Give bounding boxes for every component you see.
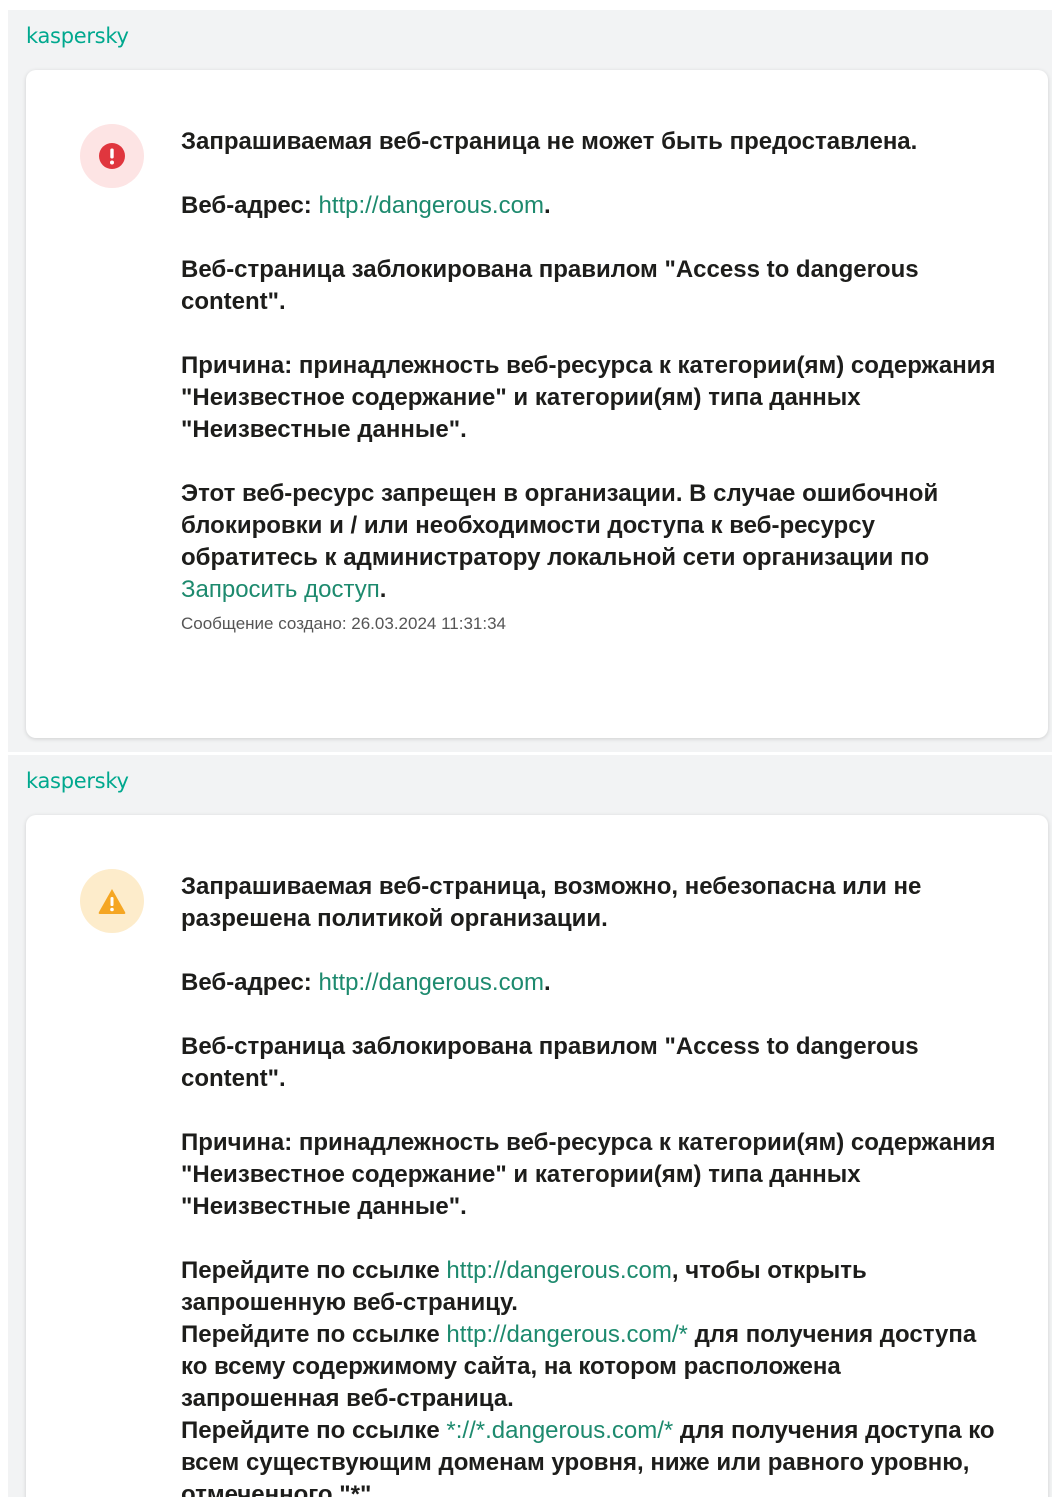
reason-text: Причина: принадлежность веб-ресурса к ка…: [181, 352, 996, 443]
web-address: Веб-адрес: http://dangerous.com.: [181, 969, 551, 996]
block-message-card: Запрашиваемая веб-страница не может быть…: [26, 70, 1048, 738]
reason-text: Причина: принадлежность веб-ресурса к ка…: [181, 1129, 996, 1220]
address-link[interactable]: http://dangerous.com: [318, 969, 543, 996]
page-title: Запрашиваемая веб-страница не может быть…: [181, 128, 918, 155]
page-title: Запрашиваемая веб-страница, возможно, не…: [181, 873, 922, 932]
error-icon: [80, 124, 144, 188]
rule-text: Веб-страница заблокирована правилом "Acc…: [181, 256, 919, 315]
web-address: Веб-адрес: http://dangerous.com.: [181, 192, 551, 219]
site-access-link[interactable]: http://dangerous.com/*: [446, 1321, 687, 1348]
created-timestamp: Сообщение создано: 26.03.2024 11:31:34: [181, 614, 506, 633]
warning-page: kaspersky Запрашиваемая веб-страница, во…: [8, 755, 1052, 1497]
domain-access-link[interactable]: *://*.dangerous.com/*: [446, 1417, 673, 1444]
goto-line-1: Перейдите по ссылке http://dangerous.com…: [181, 1257, 867, 1316]
goto-line-3: Перейдите по ссылке *://*.dangerous.com/…: [181, 1417, 995, 1497]
kaspersky-logo: kaspersky: [26, 769, 129, 793]
block-page: kaspersky Запрашиваемая веб-страница не …: [8, 10, 1052, 752]
warning-message-card: Запрашиваемая веб-страница, возможно, не…: [26, 815, 1048, 1497]
contact-text: Этот веб-ресурс запрещен в организации. …: [181, 480, 939, 603]
goto-line-2: Перейдите по ссылке http://dangerous.com…: [181, 1321, 977, 1412]
address-link[interactable]: http://dangerous.com: [318, 192, 543, 219]
open-page-link[interactable]: http://dangerous.com: [446, 1257, 671, 1284]
request-access-link[interactable]: Запросить доступ: [181, 576, 380, 603]
warning-icon: [80, 869, 144, 933]
rule-text: Веб-страница заблокирована правилом "Acc…: [181, 1033, 919, 1092]
kaspersky-logo: kaspersky: [26, 24, 129, 48]
